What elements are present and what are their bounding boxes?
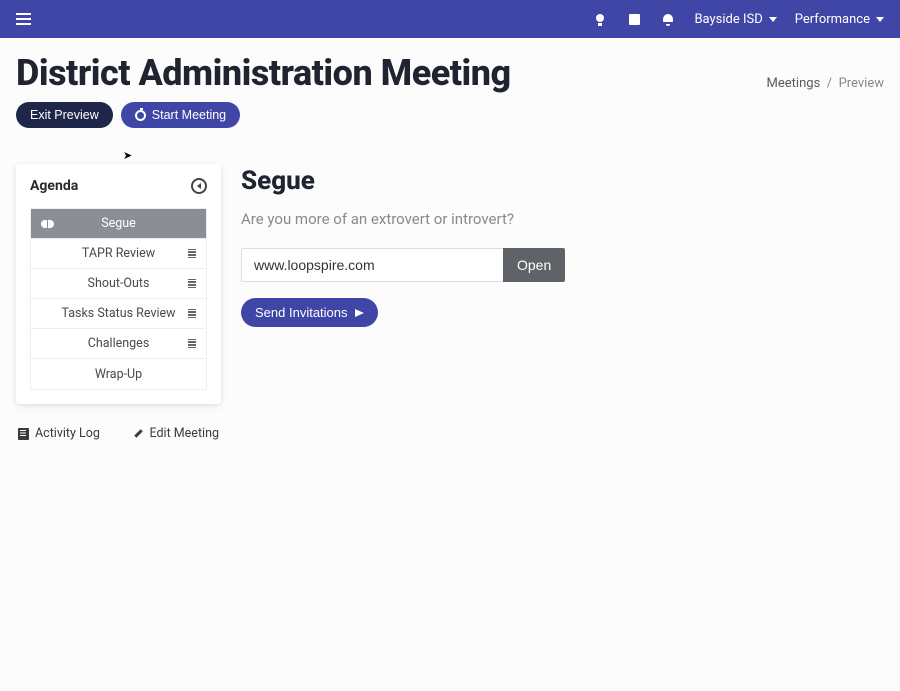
org-name: Bayside ISD bbox=[694, 12, 762, 27]
activity-log-link[interactable]: Activity Log bbox=[18, 426, 100, 441]
breadcrumb-current: Preview bbox=[839, 76, 884, 91]
top-navbar: Bayside ISD Performance bbox=[0, 0, 900, 38]
back-arrow-icon[interactable] bbox=[191, 178, 207, 194]
agenda-item-label: Challenges bbox=[88, 336, 150, 351]
agenda-item-label: Shout-Outs bbox=[88, 276, 150, 291]
puzzle-icon[interactable] bbox=[626, 11, 642, 27]
edit-meeting-link[interactable]: Edit Meeting bbox=[133, 426, 220, 441]
agenda-item-tasks-status[interactable]: Tasks Status Review bbox=[31, 299, 206, 329]
open-button[interactable]: Open bbox=[503, 248, 565, 282]
agenda-item-wrap-up[interactable]: Wrap-Up bbox=[31, 359, 206, 389]
brain-icon bbox=[41, 220, 54, 228]
bell-icon[interactable] bbox=[660, 11, 676, 27]
org-dropdown[interactable]: Bayside ISD bbox=[694, 12, 776, 27]
drag-handle-icon[interactable] bbox=[188, 339, 196, 349]
paper-plane-icon bbox=[355, 309, 364, 317]
drag-handle-icon[interactable] bbox=[188, 249, 196, 259]
agenda-item-segue[interactable]: Segue bbox=[31, 209, 206, 239]
agenda-item-challenges[interactable]: Challenges bbox=[31, 329, 206, 359]
drag-handle-icon[interactable] bbox=[188, 279, 196, 289]
lightbulb-icon[interactable] bbox=[592, 11, 608, 27]
stopwatch-icon bbox=[135, 110, 146, 121]
agenda-item-tapr-review[interactable]: TAPR Review bbox=[31, 239, 206, 269]
agenda-item-label: TAPR Review bbox=[82, 246, 155, 261]
agenda-list: Segue TAPR Review Shout-Outs Tasks Statu… bbox=[30, 208, 207, 390]
agenda-item-label: Tasks Status Review bbox=[61, 306, 175, 321]
section-heading: Segue bbox=[241, 166, 884, 196]
menu-label: Performance bbox=[795, 12, 870, 27]
hamburger-menu-icon[interactable] bbox=[16, 13, 31, 25]
exit-preview-button[interactable]: Exit Preview bbox=[16, 102, 113, 128]
log-icon bbox=[18, 428, 29, 440]
chevron-down-icon bbox=[769, 17, 777, 22]
breadcrumb-parent[interactable]: Meetings bbox=[767, 76, 821, 91]
agenda-card: Agenda Segue TAPR Review Shout-Outs bbox=[16, 164, 221, 404]
agenda-item-shout-outs[interactable]: Shout-Outs bbox=[31, 269, 206, 299]
url-input[interactable] bbox=[241, 248, 503, 282]
page-title: District Administration Meeting bbox=[16, 52, 511, 94]
pencil-icon bbox=[133, 428, 144, 439]
agenda-title: Agenda bbox=[30, 178, 78, 194]
send-invitations-button[interactable]: Send Invitations bbox=[241, 298, 378, 327]
drag-handle-icon[interactable] bbox=[188, 309, 196, 319]
breadcrumb: Meetings / Preview bbox=[767, 76, 884, 91]
start-meeting-button[interactable]: Start Meeting bbox=[121, 102, 240, 128]
chevron-down-icon bbox=[876, 17, 884, 22]
agenda-item-label: Segue bbox=[101, 216, 136, 231]
menu-dropdown[interactable]: Performance bbox=[795, 12, 884, 27]
prompt-text: Are you more of an extrovert or introver… bbox=[241, 210, 884, 228]
agenda-item-label: Wrap-Up bbox=[95, 367, 142, 382]
